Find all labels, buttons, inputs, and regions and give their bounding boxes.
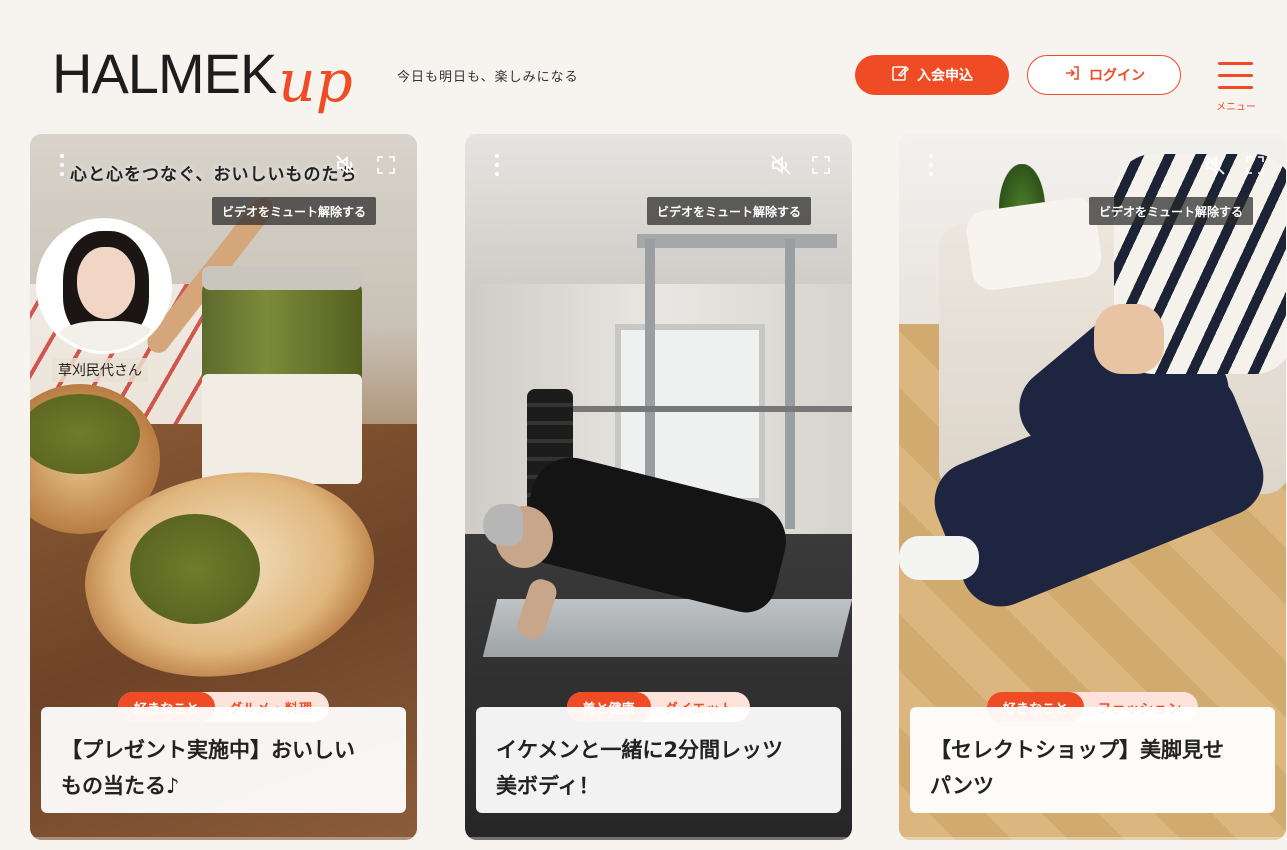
jar-label — [202, 374, 362, 484]
unmute-button[interactable]: ビデオをミュート解除する — [1089, 197, 1254, 225]
unmute-button[interactable]: ビデオをミュート解除する — [212, 197, 377, 225]
dot — [929, 163, 933, 167]
login-icon — [1063, 64, 1081, 86]
muted-speaker-icon[interactable] — [335, 154, 357, 176]
caption-line: パンツ — [930, 774, 995, 798]
join-button-label: 入会申込 — [917, 68, 973, 84]
pesto-topping — [130, 514, 260, 624]
dot — [495, 172, 499, 176]
dot — [929, 154, 933, 158]
video-card-gourmet[interactable]: 心と心をつなぐ、おいしいものたち 草刈民代さん ビデオをミュート解除する 好きな… — [30, 134, 417, 840]
logo-accent-text: up — [278, 47, 353, 115]
logo-text: HALMEK — [52, 42, 277, 105]
video-overlay-title: 心と心をつなぐ、おいしいものたち — [70, 165, 358, 185]
video-card-diet[interactable]: ビデオをミュート解除する 美と健康 ダイエット イケメンと一緒に2分間レッツ 美… — [465, 134, 852, 840]
video-progress-bar[interactable] — [30, 837, 417, 840]
barbell — [565, 406, 852, 412]
caption-line: イケメンと一緒に2分間レッツ — [496, 738, 783, 762]
video-caption[interactable]: イケメンと一緒に2分間レッツ 美ボディ！ — [476, 707, 841, 813]
dot — [929, 172, 933, 176]
power-rack — [785, 239, 795, 529]
video-progress-bar[interactable] — [465, 837, 852, 840]
more-vertical-icon[interactable] — [927, 154, 935, 178]
caption-line: 【プレゼント実施中】おいしい — [61, 738, 355, 762]
trainer-hair — [483, 504, 523, 546]
fullscreen-icon[interactable] — [1246, 156, 1264, 174]
hamburger-icon-bar — [1218, 86, 1253, 89]
video-card-fashion[interactable]: ビデオをミュート解除する 好きなこと ファッション 【セレクトショップ】美脚見せ… — [899, 134, 1286, 840]
hands — [1094, 304, 1164, 374]
menu-label: メニュー — [1216, 102, 1256, 113]
unmute-button[interactable]: ビデオをミュート解除する — [647, 197, 812, 225]
caption-line: もの当たる♪ — [61, 774, 180, 798]
menu-button[interactable]: メニュー — [1212, 62, 1260, 113]
video-caption[interactable]: 【プレゼント実施中】おいしい もの当たる♪ — [41, 707, 406, 813]
fullscreen-icon[interactable] — [812, 156, 830, 174]
muted-speaker-icon[interactable] — [770, 154, 792, 176]
jar-lid — [202, 266, 362, 290]
tagline: 今日も明日も、楽しみになる — [397, 70, 579, 85]
dot — [60, 172, 64, 176]
hamburger-icon — [1218, 62, 1253, 65]
site-header: HALMEK up 今日も明日も、楽しみになる 入会申込 ログイン メニュー — [0, 0, 1287, 130]
dot — [60, 163, 64, 167]
video-caption[interactable]: 【セレクトショップ】美脚見せ パンツ — [910, 707, 1275, 813]
dot — [495, 163, 499, 167]
login-button[interactable]: ログイン — [1027, 55, 1181, 95]
caption-line: 美ボディ！ — [496, 774, 600, 798]
fullscreen-icon[interactable] — [377, 156, 395, 174]
muted-speaker-icon[interactable] — [1204, 154, 1226, 176]
more-vertical-icon[interactable] — [493, 154, 501, 178]
dot — [495, 154, 499, 158]
dot — [60, 154, 64, 158]
caption-line: 【セレクトショップ】美脚見せ — [930, 738, 1224, 762]
avatar-face — [77, 247, 135, 319]
more-vertical-icon[interactable] — [58, 154, 66, 178]
join-button[interactable]: 入会申込 — [855, 55, 1009, 95]
video-progress-bar[interactable] — [899, 837, 1286, 840]
avatar-shirt — [55, 321, 159, 351]
hamburger-icon-bar — [1218, 74, 1253, 77]
person-name: 草刈民代さん — [52, 358, 148, 382]
edit-icon — [891, 64, 910, 86]
avatar — [36, 218, 172, 354]
power-rack — [637, 234, 837, 248]
halmek-up-logo[interactable]: HALMEK up — [52, 42, 353, 111]
login-button-label: ログイン — [1089, 68, 1145, 84]
white-sock — [899, 536, 979, 580]
